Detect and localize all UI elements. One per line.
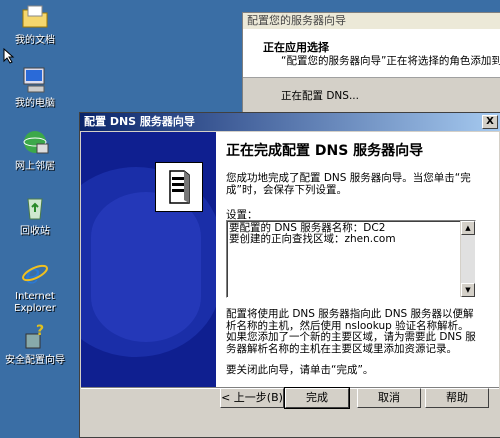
scroll-down-arrow-icon[interactable]: ▼ xyxy=(461,283,475,297)
settings-scrollbar[interactable]: ▲ ▼ xyxy=(460,221,475,297)
background-wizard-window: 配置您的服务器向导 正在应用选择 “配置您的服务器向导”正在将选择的角色添加到 … xyxy=(242,12,500,118)
scroll-up-arrow-icon[interactable]: ▲ xyxy=(461,221,475,235)
desktop-icon-security-wizard[interactable]: ? 安全配置向导 xyxy=(0,322,70,367)
settings-line: 要创建的正向查找区域：zhen.com xyxy=(229,233,396,245)
desktop-icon-my-documents[interactable]: 我的文档 xyxy=(0,2,70,47)
dns-wizard-dialog: 配置 DNS 服务器向导 X 正在完成配置 DNS 服务器向导 您成功地完成了配… xyxy=(79,112,500,438)
settings-textbox[interactable]: 要配置的 DNS 服务器名称：DC2 要创建的正向查找区域：zhen.com ▲… xyxy=(226,220,476,298)
server-icon xyxy=(155,162,203,212)
svg-text:?: ? xyxy=(36,323,44,339)
wizard-intro-text: 您成功地完成了配置 DNS 服务器向导。当您单击“完成”时，会保存下列设置。 xyxy=(226,172,471,196)
desktop-icon-label: 我的电脑 xyxy=(15,98,55,109)
dialog-title-bar: 配置 DNS 服务器向导 X xyxy=(80,113,500,131)
help-button[interactable]: 帮助 xyxy=(425,388,489,408)
desktop-icon-label: 安全配置向导 xyxy=(5,355,65,366)
svg-text:e: e xyxy=(25,260,40,288)
security-wizard-icon: ? xyxy=(20,322,50,352)
mouse-cursor-icon xyxy=(3,48,15,64)
finish-button[interactable]: 完成 xyxy=(284,387,350,409)
background-window-subtitle: “配置您的服务器向导”正在将选择的角色添加到 xyxy=(281,55,500,67)
desktop-icon-label: 网上邻居 xyxy=(15,161,55,172)
wizard-content: 正在完成配置 DNS 服务器向导 您成功地完成了配置 DNS 服务器向导。当您单… xyxy=(216,132,499,387)
close-button[interactable]: X xyxy=(482,115,498,129)
internet-explorer-icon: e xyxy=(20,258,50,290)
background-window-title: 配置您的服务器向导 xyxy=(243,13,500,29)
back-button[interactable]: < 上一步(B) xyxy=(220,388,284,408)
cancel-button[interactable]: 取消 xyxy=(357,388,421,408)
wizard-closing-text: 要关闭此向导，请单击“完成”。 xyxy=(226,364,374,376)
wizard-heading: 正在完成配置 DNS 服务器向导 xyxy=(226,143,424,159)
desktop-icon-internet-explorer[interactable]: e Internet Explorer xyxy=(0,258,70,315)
desktop-icon-label: 回收站 xyxy=(20,226,50,237)
computer-icon xyxy=(20,65,50,95)
desktop-icon-label: 我的文档 xyxy=(15,35,55,46)
dialog-title: 配置 DNS 服务器向导 xyxy=(84,115,195,128)
desktop-icon-label: Internet Explorer xyxy=(14,291,56,314)
network-icon xyxy=(20,128,50,158)
desktop-icon-recycle-bin[interactable]: 回收站 xyxy=(0,193,70,238)
wizard-side-banner xyxy=(81,132,216,387)
folder-icon xyxy=(20,2,50,32)
wizard-info-text: 配置将使用此 DNS 服务器指向此 DNS 服务器以便解析名称的主机，然后使用 … xyxy=(226,308,476,355)
desktop-icon-my-computer[interactable]: 我的电脑 xyxy=(0,65,70,110)
recycle-bin-icon xyxy=(20,193,50,223)
desktop-icon-network[interactable]: 网上邻居 xyxy=(0,128,70,173)
background-window-progress-text: 正在配置 DNS... xyxy=(281,90,359,102)
